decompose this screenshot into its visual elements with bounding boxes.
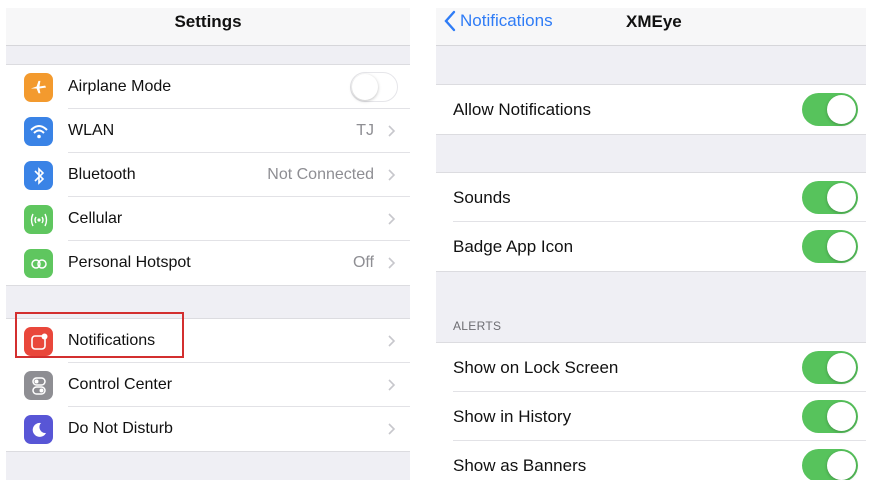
chevron-left-icon [444,10,456,32]
show-as-banners-label: Show as Banners [453,456,587,475]
bluetooth-value: Not Connected [267,166,374,183]
badge-app-icon-row[interactable]: Badge App Icon [436,222,866,271]
sounds-row[interactable]: Sounds [436,173,866,222]
wlan-value: TJ [356,122,374,139]
allow-notifications-row[interactable]: Allow Notifications [436,85,866,134]
sounds-label: Sounds [453,188,511,207]
settings-row-notifications[interactable]: Notifications [6,319,410,363]
settings-row-label: Control Center [68,376,173,393]
settings-group-connectivity: Airplane Mode WLAN TJ Bluetooth Not Conn… [6,64,410,286]
app-notifications-panel: Notifications XMEye Allow Notifications … [436,8,866,480]
settings-row-label: WLAN [68,122,115,139]
show-on-lock-screen-toggle[interactable] [802,351,858,384]
show-on-lock-screen-row[interactable]: Show on Lock Screen [436,343,866,392]
notifications-icon [24,327,53,356]
show-in-history-row[interactable]: Show in History [436,392,866,441]
show-as-banners-toggle[interactable] [802,449,858,480]
badge-app-icon-label: Badge App Icon [453,237,574,256]
toggle-knob [827,95,856,124]
settings-row-control-center[interactable]: Control Center [6,363,410,407]
allow-notifications-label: Allow Notifications [453,100,591,119]
chevron-right-icon [388,213,396,225]
toggle-knob [827,451,856,480]
toggle-knob [827,353,856,382]
toggle-knob [352,74,378,100]
settings-navbar: Settings [6,8,410,46]
settings-row-do-not-disturb[interactable]: Do Not Disturb [6,407,410,451]
alerts-section-header: ALERTS [453,319,502,333]
chevron-right-icon [388,257,396,269]
show-on-lock-screen-label: Show on Lock Screen [453,358,619,377]
settings-row-label: Cellular [68,210,123,227]
toggle-knob [827,183,856,212]
settings-group-system: Notifications Control Center Do Not Dist… [6,318,410,452]
allow-notifications-toggle[interactable] [802,93,858,126]
notifications-navbar: Notifications XMEye [436,8,866,46]
settings-row-airplane-mode[interactable]: Airplane Mode [6,65,410,109]
wifi-icon [24,117,53,146]
settings-row-bluetooth[interactable]: Bluetooth Not Connected [6,153,410,197]
sounds-toggle[interactable] [802,181,858,214]
page-title: Settings [174,12,242,31]
settings-row-label: Do Not Disturb [68,420,173,437]
airplane-mode-toggle[interactable] [350,72,398,102]
chevron-right-icon [388,379,396,391]
settings-row-personal-hotspot[interactable]: Personal Hotspot Off [6,241,410,285]
badge-app-icon-toggle[interactable] [802,230,858,263]
back-label: Notifications [460,11,553,30]
control-center-icon [24,371,53,400]
toggle-knob [827,402,856,431]
sounds-badge-group: Sounds Badge App Icon [436,172,866,272]
settings-row-label: Notifications [68,332,156,349]
allow-notifications-group: Allow Notifications [436,84,866,135]
settings-row-cellular[interactable]: Cellular [6,197,410,241]
settings-row-label: Personal Hotspot [68,254,191,271]
show-as-banners-row[interactable]: Show as Banners [436,441,866,480]
page-title: XMEye [626,12,682,31]
chevron-right-icon [388,125,396,137]
back-button[interactable]: Notifications [444,8,553,46]
chevron-right-icon [388,335,396,347]
toggle-knob [827,232,856,261]
moon-icon [24,415,53,444]
chevron-right-icon [388,423,396,435]
settings-row-label: Bluetooth [68,166,136,183]
show-in-history-toggle[interactable] [802,400,858,433]
hotspot-icon [24,249,53,278]
cellular-icon [24,205,53,234]
airplane-icon [24,73,53,102]
show-in-history-label: Show in History [453,407,572,426]
chevron-right-icon [388,169,396,181]
settings-panel: Settings Airplane Mode WLAN TJ Bluetooth… [6,8,410,480]
settings-row-wlan[interactable]: WLAN TJ [6,109,410,153]
bluetooth-icon [24,161,53,190]
hotspot-value: Off [352,254,374,271]
alerts-group: Show on Lock Screen Show in History Show… [436,342,866,480]
settings-row-label: Airplane Mode [68,78,172,95]
